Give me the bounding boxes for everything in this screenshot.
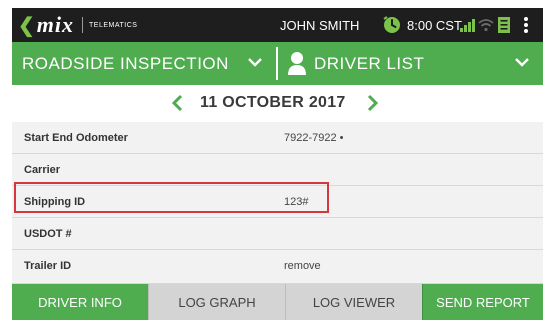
tab-log-graph[interactable]: LOG GRAPH — [148, 284, 285, 320]
chevron-down-icon — [248, 58, 262, 67]
document-icon[interactable] — [497, 16, 511, 34]
person-icon — [288, 52, 306, 75]
field-label: Shipping ID — [24, 196, 86, 208]
bottom-tab-bar: DRIVER INFO LOG GRAPH LOG VIEWER SEND RE… — [12, 284, 543, 320]
field-label: Carrier — [24, 164, 61, 176]
clock-time: 8:00 CST — [407, 18, 462, 33]
date-navigation: 11 OCTOBER 2017 — [12, 85, 543, 122]
inspection-fields-list: Start End Odometer 7922-7922 • Carrier S… — [12, 122, 543, 284]
previous-date-chevron-icon[interactable] — [170, 93, 186, 113]
chevron-down-icon — [515, 58, 529, 67]
driver-list-label: DRIVER LIST — [314, 54, 425, 73]
logo-divider — [82, 17, 83, 33]
mix-telematics-logo: ❮ mix TELEMATICS — [18, 12, 137, 38]
top-header: ROADSIDE INSPECTION DRIVER LIST — [12, 42, 543, 85]
app-screen: ❮ mix TELEMATICS JOHN SMITH 8:00 CST ROA… — [12, 8, 543, 320]
roadside-inspection-dropdown[interactable]: ROADSIDE INSPECTION — [12, 42, 276, 85]
tab-log-viewer[interactable]: LOG VIEWER — [285, 284, 422, 320]
field-value: remove — [284, 260, 321, 272]
clock-icon[interactable] — [382, 15, 402, 35]
next-date-chevron-icon[interactable] — [364, 93, 380, 113]
row-trailer-id[interactable]: Trailer ID remove — [12, 250, 543, 284]
logo-text: mix — [36, 12, 74, 37]
logo-subtext: TELEMATICS — [89, 21, 138, 29]
row-carrier[interactable]: Carrier — [12, 154, 543, 186]
logo-chevron-icon: ❮ — [18, 14, 35, 37]
field-label: Start End Odometer — [24, 132, 128, 144]
row-shipping-id[interactable]: Shipping ID 123# — [12, 186, 543, 218]
field-label: Trailer ID — [24, 260, 72, 272]
wifi-icon — [478, 19, 494, 32]
send-report-button[interactable]: SEND REPORT — [422, 284, 543, 320]
user-name[interactable]: JOHN SMITH — [280, 18, 359, 33]
driver-list-dropdown[interactable]: DRIVER LIST — [278, 42, 543, 85]
field-value: 123# — [284, 196, 309, 208]
field-label: USDOT # — [24, 228, 72, 240]
signal-strength-icon — [460, 19, 475, 32]
current-date: 11 OCTOBER 2017 — [200, 94, 346, 111]
field-value: 7922-7922 • — [284, 132, 344, 144]
roadside-inspection-label: ROADSIDE INSPECTION — [22, 54, 229, 73]
overflow-menu-icon[interactable] — [522, 16, 530, 34]
row-usdot[interactable]: USDOT # — [12, 218, 543, 250]
row-start-end-odometer[interactable]: Start End Odometer 7922-7922 • — [12, 122, 543, 154]
status-bar: ❮ mix TELEMATICS JOHN SMITH 8:00 CST — [12, 8, 543, 42]
tab-driver-info[interactable]: DRIVER INFO — [12, 284, 148, 320]
